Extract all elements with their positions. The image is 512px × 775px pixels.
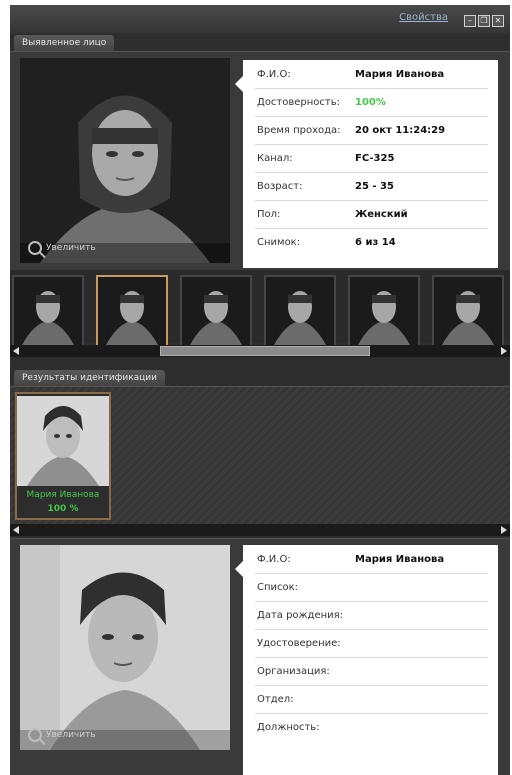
scroll-right-icon[interactable] [501, 347, 507, 355]
face-recognition-window: Свойства – ❐ ✕ Выявленное лицо Увеличить… [10, 5, 510, 775]
restore-icon[interactable]: ❐ [478, 15, 490, 27]
scroll-right-icon[interactable] [501, 526, 507, 534]
detected-face-info-card: Ф.И.О: Мария Иванова Достоверность: 100%… [235, 60, 498, 268]
titlebar: Свойства – ❐ ✕ [10, 5, 510, 33]
info-row-channel: Канал: FC-325 [255, 144, 488, 173]
result-confidence: 100 % [47, 504, 79, 514]
match-info-card: Ф.И.О: Мария Иванова Список: Дата рожден… [235, 545, 498, 775]
match-details-panel: Увеличить Ф.И.О: Мария Иванова Список: Д… [10, 538, 510, 775]
zoom-button[interactable]: Увеличить [28, 728, 96, 742]
info-row-gender: Пол: Женский [255, 200, 488, 229]
detail-row-department: Отдел: [255, 685, 488, 714]
zoom-label: Увеличить [46, 730, 96, 740]
minimize-icon[interactable]: – [464, 15, 476, 27]
close-icon[interactable]: ✕ [492, 15, 504, 27]
results-scrollbar[interactable] [10, 524, 510, 536]
info-row-age: Возраст: 25 - 35 [255, 172, 488, 201]
magnifier-icon [28, 728, 42, 742]
detected-face-panel: Увеличить Ф.И.О: Мария Иванова Достоверн… [10, 51, 510, 270]
info-row-confidence: Достоверность: 100% [255, 88, 488, 117]
thumbnail[interactable] [12, 275, 84, 347]
thumbnail[interactable] [432, 275, 504, 347]
detail-row-name: Ф.И.О: Мария Иванова [255, 545, 488, 574]
detected-face-photo: Увеличить [20, 58, 230, 263]
properties-link[interactable]: Свойства [399, 12, 448, 23]
magnifier-icon [28, 241, 42, 255]
tab-detected-face[interactable]: Выявленное лицо [14, 35, 115, 51]
thumbnail[interactable] [180, 275, 252, 347]
thumbnail-scrollbar[interactable] [10, 345, 510, 357]
scroll-left-icon[interactable] [13, 526, 19, 534]
thumbnail-strip [10, 270, 510, 347]
match-photo: Увеличить [20, 545, 230, 750]
info-row-snapshot: Снимок: 6 из 14 [257, 237, 396, 248]
detail-row-position: Должность: [257, 722, 320, 733]
tab-identification-results[interactable]: Результаты идентификации [14, 370, 166, 386]
scroll-left-icon[interactable] [13, 347, 19, 355]
info-row-pass-time: Время прохода: 20 окт 11:24:29 [255, 116, 488, 145]
window-controls: – ❐ ✕ [464, 15, 504, 27]
thumbnail[interactable] [264, 275, 336, 347]
result-name: Мария Иванова [26, 490, 100, 500]
detail-row-list: Список: [255, 573, 488, 602]
thumbnail[interactable] [348, 275, 420, 347]
zoom-label: Увеличить [46, 243, 96, 253]
scrollbar-thumb[interactable] [160, 346, 370, 356]
info-row-name: Ф.И.О: Мария Иванова [255, 60, 488, 89]
detail-row-organization: Организация: [255, 657, 488, 686]
zoom-button[interactable]: Увеличить [28, 241, 96, 255]
detail-row-birth-date: Дата рождения: [255, 601, 488, 630]
detail-row-id-document: Удостоверение: [255, 629, 488, 658]
identification-result-card[interactable]: Мария Иванова 100 % [15, 392, 111, 520]
thumbnail-selected[interactable] [96, 275, 168, 347]
